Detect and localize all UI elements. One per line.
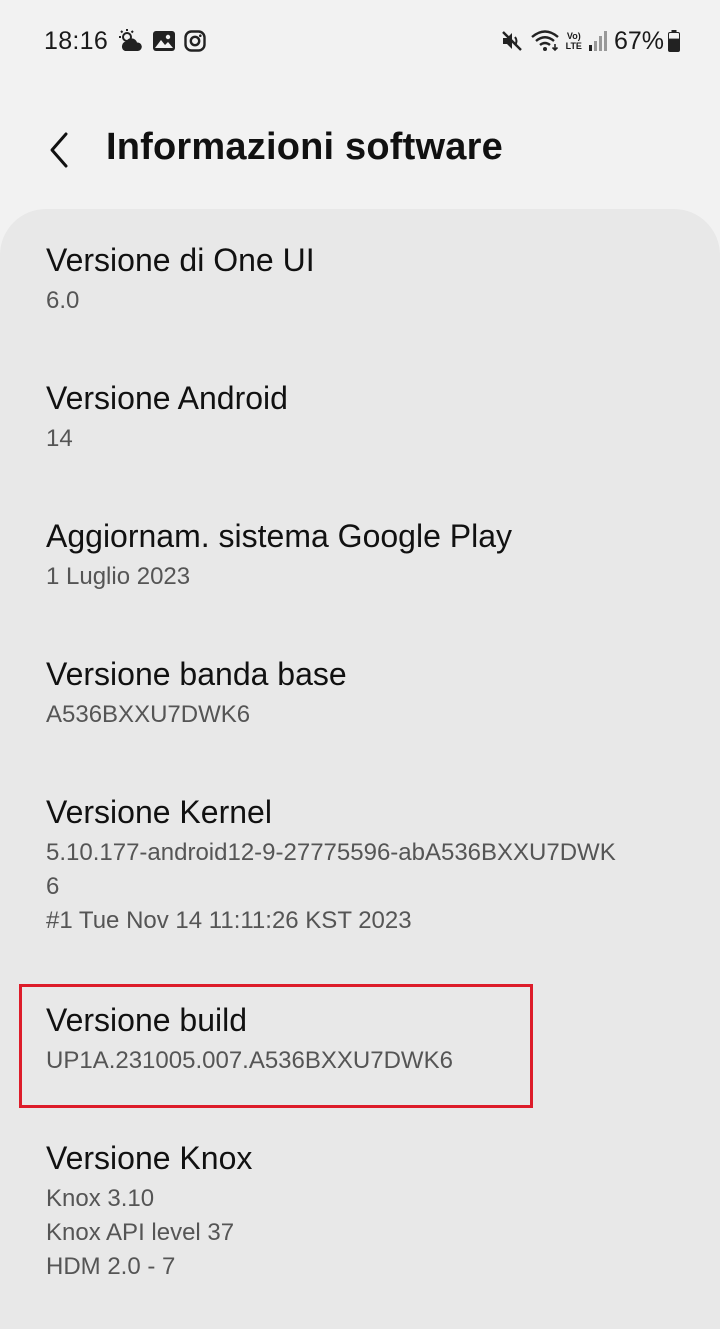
item-knox-version[interactable]: Versione Knox Knox 3.10 Knox API level 3…	[46, 1138, 686, 1284]
item-value: UP1A.231005.007.A536BXXU7DWK6	[46, 1047, 453, 1074]
status-left: 18:16	[44, 24, 214, 58]
item-value: HDM 2.0 - 7	[46, 1253, 176, 1280]
item-value: 14	[46, 425, 73, 452]
back-button[interactable]	[36, 128, 80, 172]
item-baseband-version[interactable]: Versione banda base A536BXXU7DWK6	[46, 654, 686, 732]
item-value: 6	[46, 873, 60, 900]
item-value: Knox 3.10	[46, 1185, 155, 1212]
item-kernel-version[interactable]: Versione Kernel 5.10.177-android12-9-277…	[46, 792, 686, 938]
status-time: 18:16	[44, 26, 109, 55]
volte-label: Vo)	[566, 31, 581, 41]
signal-icon	[588, 30, 608, 52]
page-title: Informazioni software	[106, 126, 503, 168]
lte-label: LTE	[565, 41, 582, 51]
item-one-ui-version[interactable]: Versione di One UI 6.0	[46, 240, 686, 318]
item-value: 6.0	[46, 287, 80, 314]
gallery-icon	[152, 30, 176, 52]
item-title: Versione Kernel	[46, 794, 272, 830]
battery-percent: 67%	[613, 26, 664, 55]
item-value: A536BXXU7DWK6	[46, 701, 251, 728]
item-value: #1 Tue Nov 14 11:11:26 KST 2023	[46, 907, 412, 934]
item-title: Versione build	[46, 1002, 248, 1038]
battery-icon	[668, 30, 680, 52]
back-chevron-icon	[50, 132, 68, 168]
item-build-number[interactable]: Versione build UP1A.231005.007.A536BXXU7…	[46, 1000, 686, 1078]
item-value: 5.10.177-android12-9-27775596-abA536BXXU…	[46, 839, 616, 866]
status-bar: 18:16 Vo) LTE 67%	[0, 0, 720, 80]
item-value: 1 Luglio 2023	[46, 563, 191, 590]
instagram-icon	[184, 30, 206, 52]
item-title: Versione Knox	[46, 1140, 253, 1176]
status-right: Vo) LTE 67%	[500, 24, 680, 58]
item-title: Versione di One UI	[46, 242, 315, 278]
item-google-play-update[interactable]: Aggiornam. sistema Google Play 1 Luglio …	[46, 516, 686, 594]
mute-icon	[500, 29, 524, 53]
item-title: Aggiornam. sistema Google Play	[46, 518, 512, 554]
item-value: Knox API level 37	[46, 1219, 235, 1246]
weather-icon	[118, 29, 144, 53]
wifi-icon	[530, 29, 560, 53]
app-header: Informazioni software	[0, 100, 720, 200]
item-title: Versione Android	[46, 380, 288, 416]
item-android-version[interactable]: Versione Android 14	[46, 378, 686, 456]
item-title: Versione banda base	[46, 656, 347, 692]
volte-lte-icon: Vo) LTE	[566, 31, 582, 51]
